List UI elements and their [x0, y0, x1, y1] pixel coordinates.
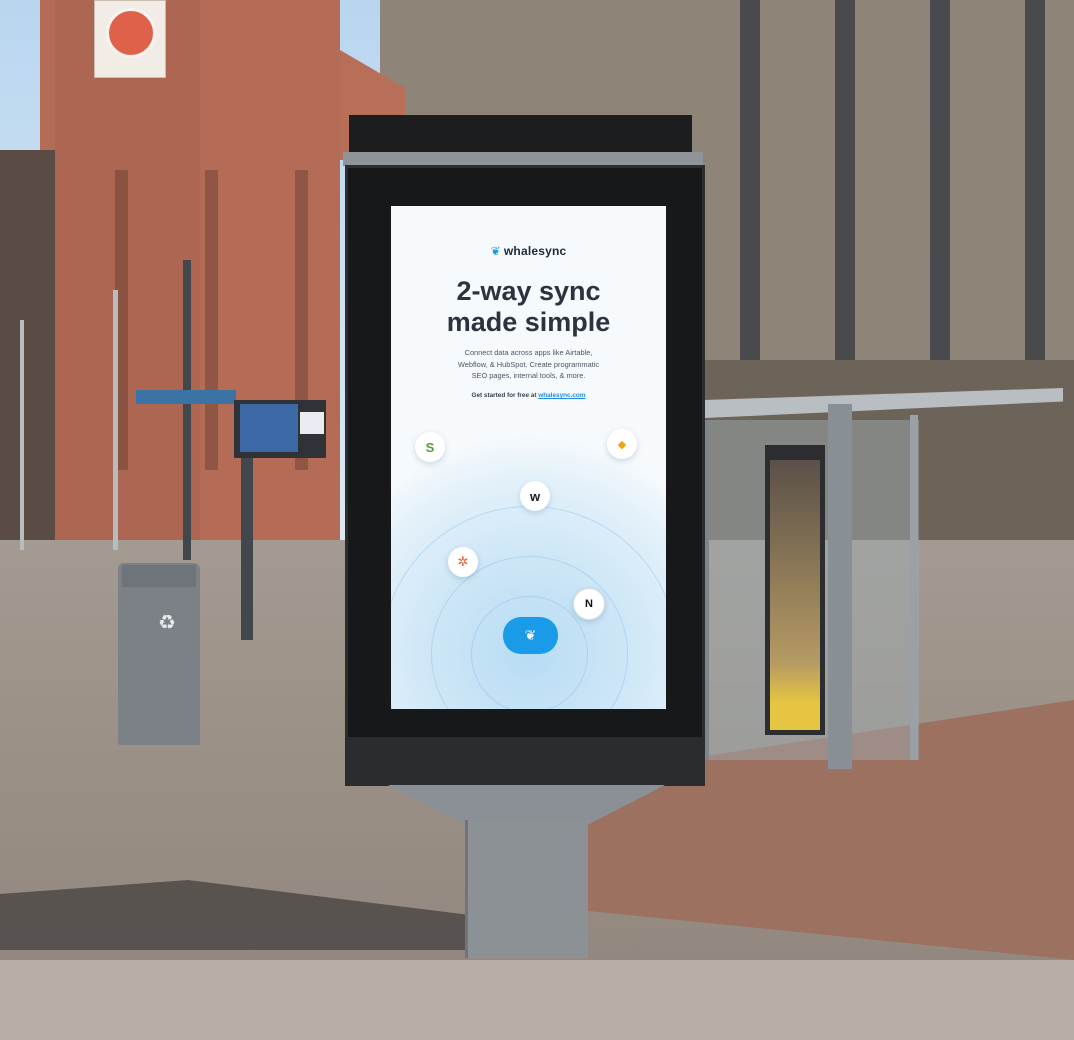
lamp-pole-left [20, 320, 24, 550]
display-pole [241, 455, 253, 640]
kiosk-cap [343, 152, 703, 166]
headline-line-2: made simple [446, 307, 611, 337]
headline-line-1: 2-way sync [456, 276, 601, 306]
shelter-ad [770, 460, 820, 730]
airtable-icon: ◆ [607, 429, 637, 459]
street-pole [183, 260, 191, 560]
poster-body: Connect data across apps like Airtable, … [421, 347, 636, 382]
body-line-3: SEO pages, internal tools, & more. [471, 371, 586, 380]
building-windows [700, 0, 1074, 400]
kiosk-top [349, 115, 692, 157]
shopify-icon: S [415, 432, 445, 462]
trash-bin [118, 563, 200, 745]
cta-text: Get started for free at [471, 392, 539, 399]
left-building [0, 150, 55, 550]
kiosk-leg [465, 820, 588, 958]
brand-logo: ❦ whalesync [391, 244, 666, 258]
brand-name: whalesync [503, 244, 567, 258]
info-display-panel [300, 412, 324, 434]
cta-link: whalesync.com [538, 392, 586, 399]
webflow-icon: w [520, 481, 550, 511]
poster-headline: 2-way sync made simple [391, 276, 666, 338]
street-sign [136, 390, 236, 404]
notion-icon: N [573, 588, 605, 620]
clock-face [106, 8, 156, 58]
poster-cta: Get started for free at whalesync.com [391, 392, 666, 399]
info-display-screen [240, 404, 298, 452]
whale-tail-icon: ❦ [490, 244, 501, 258]
shelter-post [828, 404, 852, 769]
shelter-post-right [910, 415, 918, 760]
body-line-1: Connect data across apps like Airtable, [464, 348, 593, 357]
hubspot-icon: ✲ [448, 547, 478, 577]
kiosk-base [345, 738, 705, 786]
body-line-2: Webflow, & HubSpot. Create programmatic [457, 359, 600, 369]
whalesync-poster: ❦ whalesync 2-way sync made simple Connec… [391, 206, 666, 709]
trash-bin-lid [122, 565, 196, 587]
trash-icon: ♻ [158, 612, 176, 634]
whalesync-center-icon: ❦ [503, 617, 558, 654]
front-pavement [0, 960, 1074, 1040]
lamp-pole [113, 290, 118, 550]
